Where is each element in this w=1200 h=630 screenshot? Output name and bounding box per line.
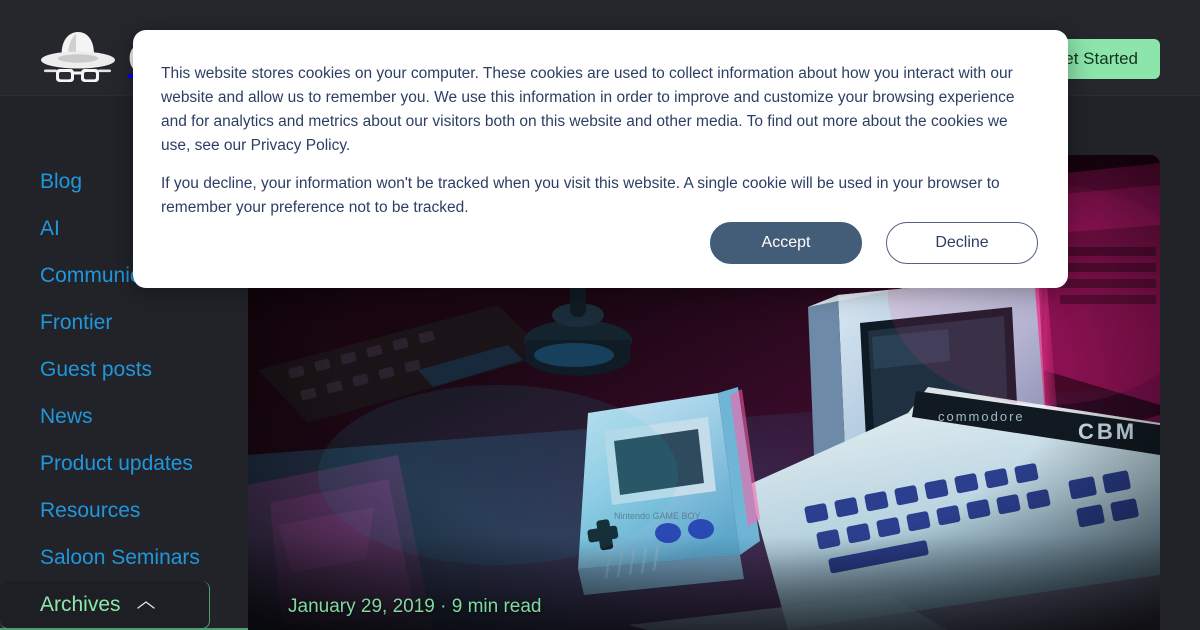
cookie-consent-dialog: This website stores cookies on your comp… xyxy=(133,30,1068,288)
decline-cookies-button[interactable]: Decline xyxy=(886,222,1038,264)
sidebar-item-label: Blog xyxy=(40,170,83,193)
sidebar-item-frontier[interactable]: Frontier xyxy=(0,299,248,346)
cookie-paragraph-2: If you decline, your information won't b… xyxy=(161,175,1000,216)
accept-cookies-button[interactable]: Accept xyxy=(710,222,862,264)
cookie-paragraph-1: This website stores cookies on your comp… xyxy=(161,65,1015,154)
sidebar-item-label: Guest posts xyxy=(40,358,153,381)
sidebar-item-label: Resources xyxy=(40,499,141,522)
sidebar-item-product-updates[interactable]: Product updates xyxy=(0,440,248,487)
cowboy-hat-sunglasses-icon xyxy=(38,28,118,90)
cookie-actions: Accept Decline xyxy=(710,222,1038,264)
sidebar-item-label: Product updates xyxy=(40,452,193,475)
page-root: Gruntwork Get Started Blog AI Communicat… xyxy=(0,0,1200,630)
sidebar-item-label: News xyxy=(40,405,93,428)
sidebar-item-saloon-seminars[interactable]: Saloon Seminars xyxy=(0,534,248,581)
sidebar-item-label: Saloon Seminars xyxy=(40,546,200,569)
sidebar-item-label: Frontier xyxy=(40,311,113,334)
sidebar-item-resources[interactable]: Resources xyxy=(0,487,248,534)
sidebar-item-archives[interactable]: Archives xyxy=(0,581,210,629)
sidebar-item-label: AI xyxy=(40,217,60,240)
chevron-up-icon xyxy=(136,581,156,629)
hero-meta: January 29, 2019 · 9 min read xyxy=(288,596,542,617)
sidebar-item-news[interactable]: News xyxy=(0,393,248,440)
sidebar-item-guest-posts[interactable]: Guest posts xyxy=(0,346,248,393)
sidebar-item-label: Archives xyxy=(40,593,121,616)
